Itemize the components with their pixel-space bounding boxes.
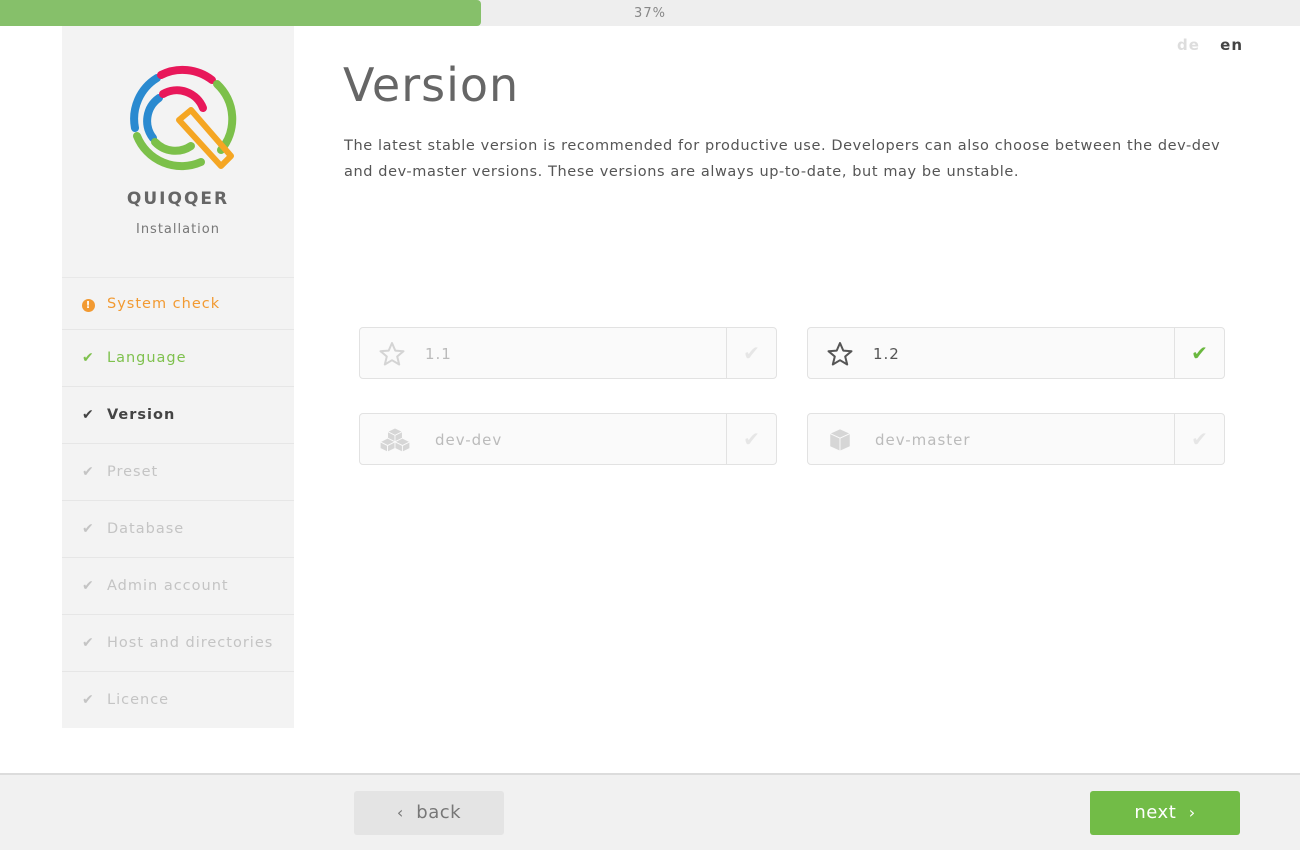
chevron-right-icon: › — [1188, 803, 1196, 822]
step-database[interactable]: ✔ Database — [62, 500, 294, 557]
footer-bar: ‹ back next › — [0, 773, 1300, 850]
step-label: Preset — [107, 464, 159, 480]
progress-percent: 37% — [634, 6, 666, 21]
check-icon: ✔ — [82, 521, 95, 537]
page-title: Version — [343, 58, 520, 112]
back-button-label: back — [416, 802, 462, 823]
sidebar: QUIQQER Installation ! System check ✔ La… — [62, 26, 294, 728]
step-version[interactable]: ✔ Version — [62, 386, 294, 443]
check-icon: ✔ — [726, 414, 776, 464]
check-icon: ✔ — [82, 464, 95, 480]
version-option-dev-dev[interactable]: dev-dev ✔ — [359, 413, 777, 465]
back-button[interactable]: ‹ back — [354, 791, 504, 835]
check-icon: ✔ — [1174, 414, 1224, 464]
check-icon: ✔ — [726, 328, 776, 378]
cube-icon — [828, 428, 852, 452]
step-host-and-directories[interactable]: ✔ Host and directories — [62, 614, 294, 671]
step-language[interactable]: ✔ Language — [62, 329, 294, 386]
star-outline-icon — [379, 342, 405, 366]
check-icon: ✔ — [82, 635, 95, 651]
step-label: Language — [107, 350, 187, 366]
step-label: Host and directories — [107, 635, 274, 651]
version-option-1-1[interactable]: 1.1 ✔ — [359, 327, 777, 379]
page-description: The latest stable version is recommended… — [344, 138, 1221, 180]
chevron-left-icon: ‹ — [396, 803, 404, 822]
version-label: 1.1 — [425, 345, 452, 363]
next-button-label: next — [1134, 802, 1177, 823]
step-licence[interactable]: ✔ Licence — [62, 671, 294, 728]
step-label: Database — [107, 521, 185, 537]
check-icon: ✔ — [82, 407, 95, 423]
version-label: dev-master — [875, 431, 971, 449]
step-preset[interactable]: ✔ Preset — [62, 443, 294, 500]
next-button[interactable]: next › — [1090, 791, 1240, 835]
check-icon: ✔ — [82, 578, 95, 594]
logo-area: QUIQQER Installation — [62, 26, 294, 276]
step-system-check[interactable]: ! System check — [62, 277, 294, 329]
version-label: 1.2 — [873, 345, 900, 363]
brand-name: QUIQQER — [126, 189, 230, 209]
check-icon: ✔ — [82, 350, 95, 366]
step-admin-account[interactable]: ✔ Admin account — [62, 557, 294, 614]
check-icon: ✔ — [1174, 328, 1224, 378]
version-option-dev-master[interactable]: dev-master ✔ — [807, 413, 1225, 465]
lang-en-link[interactable]: en — [1220, 36, 1243, 54]
check-icon: ✔ — [82, 692, 95, 708]
step-label: System check — [107, 295, 221, 312]
step-label: Admin account — [107, 578, 229, 594]
progress-bar: 37% — [0, 0, 1300, 26]
star-outline-icon — [827, 342, 853, 366]
steps-nav: ! System check ✔ Language ✔ Version ✔ Pr… — [62, 277, 294, 728]
version-option-1-2[interactable]: 1.2 ✔ — [807, 327, 1225, 379]
language-switch: de en — [1163, 36, 1243, 54]
step-label: Licence — [107, 692, 170, 708]
version-label: dev-dev — [435, 431, 503, 449]
cubes-icon — [379, 427, 411, 453]
exclamation-circle-icon: ! — [82, 296, 107, 312]
lang-de-link[interactable]: de — [1177, 36, 1200, 54]
step-label: Version — [107, 407, 176, 423]
quiqqer-logo — [130, 65, 237, 171]
brand-subtitle: Installation — [135, 222, 220, 237]
